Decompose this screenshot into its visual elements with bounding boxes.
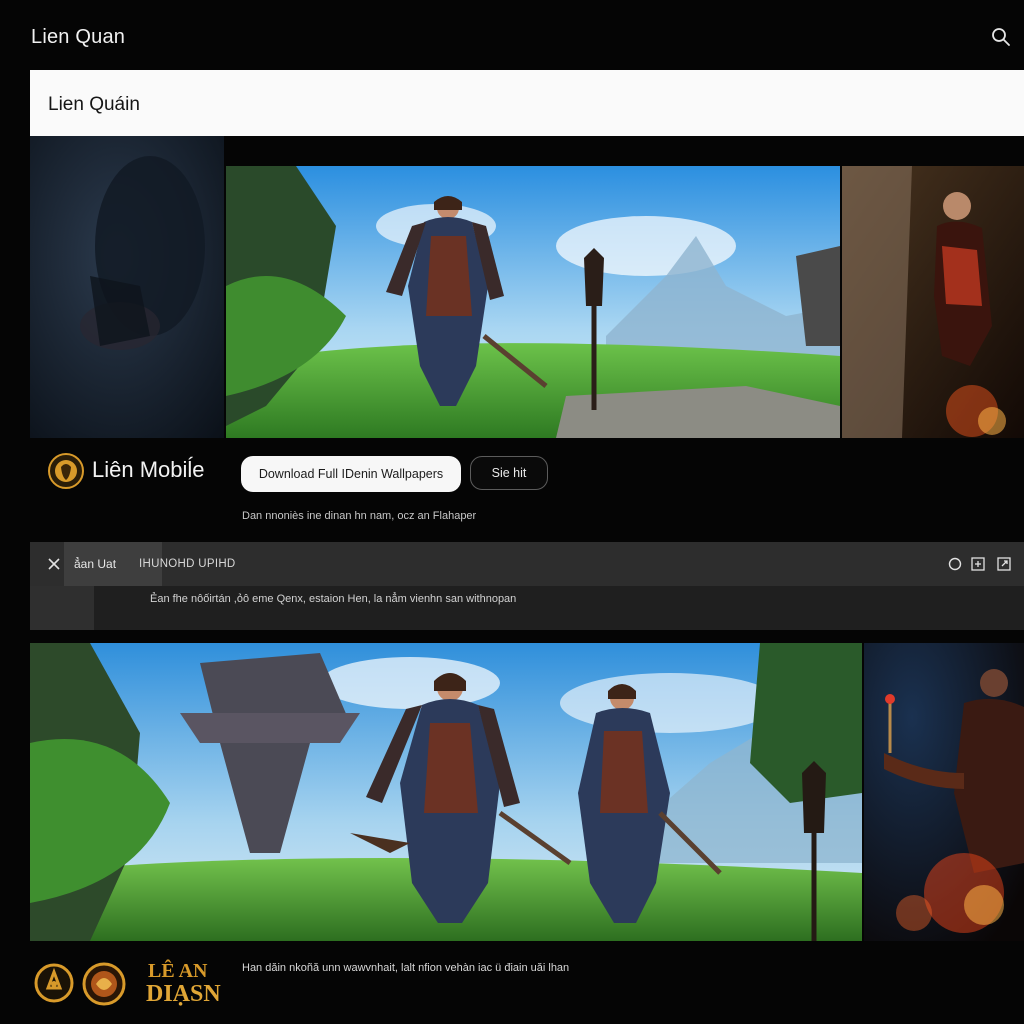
svg-text:LÊ AN: LÊ AN: [148, 958, 208, 982]
site-link-button[interactable]: Sie hit: [470, 456, 548, 490]
footer-description: Han dăin nkoñă unn wawvnhait, lalt nfion…: [242, 962, 570, 974]
gallery-toolbar: ẳan Uat IHUNOHD UPIHD: [30, 542, 1024, 586]
page-title: Lien Quáin: [48, 94, 140, 115]
add-box-icon[interactable]: [970, 556, 986, 572]
gallery-description: Ẻan fhe nôốirtán ,ỏô eme Qenx, estaion H…: [150, 593, 517, 605]
svg-text:DIẠSN: DIẠSN: [146, 981, 221, 1007]
brand-logo: [48, 453, 84, 489]
toolbar-section-label: IHUNOHD UPIHD: [139, 558, 236, 570]
circle-icon[interactable]: [947, 556, 963, 572]
wallpaper-thumbnail-fire[interactable]: [842, 166, 1024, 438]
app-title: Lien Quan: [31, 26, 126, 48]
footer-seal-icon: [82, 962, 126, 1006]
download-wallpapers-button[interactable]: Download Full IDenin Wallpapers: [241, 456, 461, 492]
wallpaper-thumbnail-dark[interactable]: [30, 136, 224, 438]
export-box-icon[interactable]: [996, 556, 1012, 572]
wallpaper-thumbnail-featured[interactable]: [226, 166, 840, 438]
search-icon[interactable]: [990, 26, 1012, 48]
footer-wordmark-logo: LÊ AN DIẠSN: [146, 957, 226, 1009]
close-icon[interactable]: [42, 552, 66, 576]
footer-emblem-icon: [34, 962, 74, 1004]
wallpaper-preview-main[interactable]: [30, 643, 862, 941]
page-header: Lien Quáin: [30, 70, 1024, 136]
tagline-text: Dan nnoniès ine dinan hn nam, ocz an Fla…: [242, 510, 477, 522]
brand-name: Liên Mobiĺe: [92, 457, 205, 482]
subheader-side-block: [30, 586, 94, 630]
wallpaper-preview-fire[interactable]: [864, 643, 1024, 941]
